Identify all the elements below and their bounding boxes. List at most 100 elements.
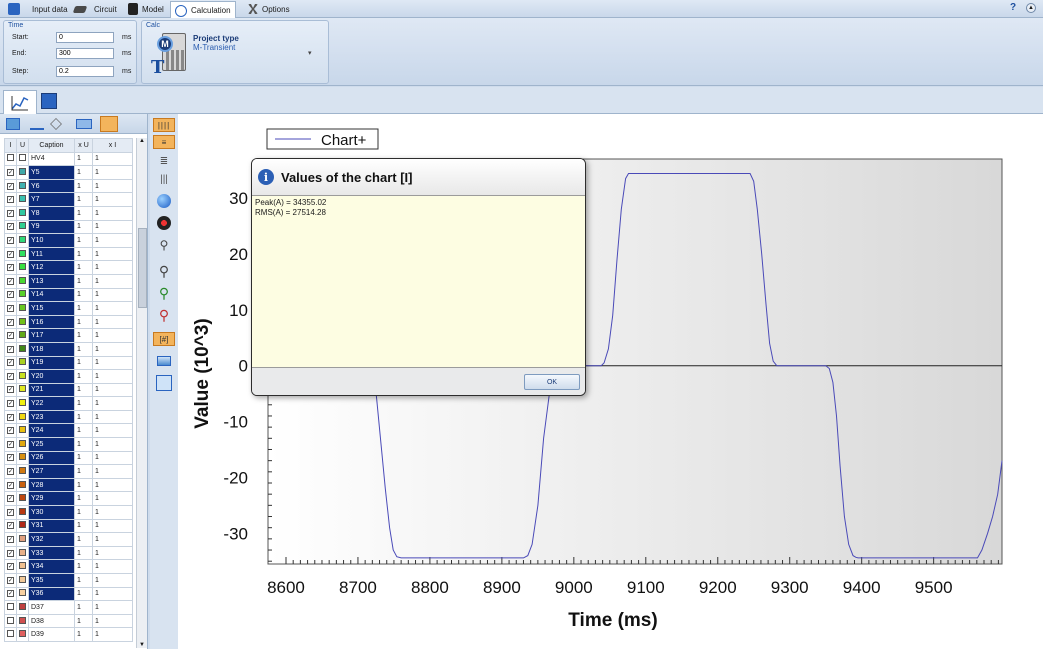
u-checkbox[interactable] xyxy=(19,602,26,610)
xu-value[interactable]: 1 xyxy=(74,491,93,507)
table-view-icon[interactable] xyxy=(41,93,57,109)
i-checkbox-cell[interactable]: ✓ xyxy=(4,246,17,262)
i-checkbox-cell[interactable] xyxy=(4,600,17,615)
i-checkbox[interactable]: ✓ xyxy=(7,372,14,380)
signal-row[interactable]: ✓ Y9 1 1 xyxy=(4,219,133,235)
i-checkbox[interactable]: ✓ xyxy=(7,209,14,217)
i-checkbox[interactable]: ✓ xyxy=(7,236,14,244)
signal-caption[interactable]: D39 xyxy=(28,627,75,642)
i-checkbox[interactable] xyxy=(7,616,14,624)
xi-value[interactable]: 1 xyxy=(92,477,133,493)
i-checkbox-cell[interactable]: ✓ xyxy=(4,573,17,588)
i-checkbox[interactable]: ✓ xyxy=(7,427,14,435)
picture-icon[interactable] xyxy=(76,119,92,129)
xu-value[interactable]: 1 xyxy=(74,178,93,194)
i-checkbox-cell[interactable]: ✓ xyxy=(4,287,17,303)
u-checkbox-cell[interactable] xyxy=(16,409,29,425)
signal-caption[interactable]: Y32 xyxy=(28,532,75,547)
u-checkbox[interactable] xyxy=(19,507,26,515)
scroll-thumb[interactable] xyxy=(138,228,147,308)
signal-row[interactable]: ✓ Y28 1 1 xyxy=(4,477,133,493)
u-checkbox[interactable] xyxy=(19,249,26,257)
zoom-in-icon[interactable]: ⚲ xyxy=(153,284,175,302)
curve-fit-icon[interactable] xyxy=(153,374,175,392)
u-checkbox-cell[interactable] xyxy=(16,491,29,507)
i-checkbox[interactable]: ✓ xyxy=(7,264,14,272)
highlight-icon[interactable] xyxy=(100,116,118,132)
u-checkbox[interactable] xyxy=(19,399,26,407)
xi-value[interactable]: 1 xyxy=(92,532,133,547)
signal-row[interactable]: ✓ Y24 1 1 xyxy=(4,423,133,439)
i-checkbox[interactable]: ✓ xyxy=(7,413,14,421)
i-checkbox[interactable]: ✓ xyxy=(7,522,14,530)
u-checkbox-cell[interactable] xyxy=(16,559,29,574)
signal-caption[interactable]: Y33 xyxy=(28,545,75,561)
zoom-dropdown-icon[interactable]: ⚲ xyxy=(153,236,175,254)
u-checkbox[interactable] xyxy=(19,235,26,243)
xu-value[interactable]: 1 xyxy=(74,233,93,248)
xu-value[interactable]: 1 xyxy=(74,477,93,493)
u-checkbox-cell[interactable] xyxy=(16,314,29,330)
signal-row[interactable]: ✓ Y36 1 1 xyxy=(4,586,133,602)
xi-value[interactable]: 1 xyxy=(92,260,133,275)
u-checkbox-cell[interactable] xyxy=(16,273,29,289)
ok-button[interactable]: OK xyxy=(524,374,580,390)
i-checkbox[interactable]: ✓ xyxy=(7,563,14,571)
u-checkbox-cell[interactable] xyxy=(16,450,29,466)
signal-row[interactable]: D37 1 1 xyxy=(4,600,133,615)
xi-value[interactable]: 1 xyxy=(92,586,133,602)
u-checkbox-cell[interactable] xyxy=(16,328,29,343)
i-checkbox[interactable]: ✓ xyxy=(7,481,14,489)
u-checkbox[interactable] xyxy=(19,535,26,543)
u-checkbox[interactable] xyxy=(19,303,26,311)
xu-value[interactable]: 1 xyxy=(74,219,93,235)
end-input[interactable] xyxy=(56,48,114,59)
xi-value[interactable]: 1 xyxy=(92,545,133,561)
signal-row[interactable]: ✓ Y16 1 1 xyxy=(4,314,133,330)
signal-row[interactable]: ✓ Y22 1 1 xyxy=(4,396,133,411)
xu-value[interactable]: 1 xyxy=(74,246,93,262)
u-checkbox-cell[interactable] xyxy=(16,260,29,275)
u-checkbox[interactable] xyxy=(19,154,26,162)
vertical-grid-icon[interactable]: |||| xyxy=(153,118,175,132)
u-checkbox-cell[interactable] xyxy=(16,437,29,452)
u-checkbox-cell[interactable] xyxy=(16,518,29,534)
xi-value[interactable]: 1 xyxy=(92,233,133,248)
signal-row[interactable]: ✓ Y6 1 1 xyxy=(4,178,133,194)
u-checkbox-cell[interactable] xyxy=(16,205,29,221)
xi-value[interactable]: 1 xyxy=(92,192,133,207)
i-checkbox[interactable]: ✓ xyxy=(7,277,14,285)
u-checkbox[interactable] xyxy=(19,589,26,597)
signal-row[interactable]: ✓ Y17 1 1 xyxy=(4,328,133,343)
signal-row[interactable]: HV4 1 1 xyxy=(4,151,133,167)
i-checkbox[interactable] xyxy=(7,602,14,610)
i-checkbox-cell[interactable]: ✓ xyxy=(4,165,17,180)
i-checkbox[interactable]: ✓ xyxy=(7,223,14,231)
signal-caption[interactable]: Y26 xyxy=(28,450,75,466)
u-checkbox-cell[interactable] xyxy=(16,423,29,439)
signal-caption[interactable]: Y25 xyxy=(28,437,75,452)
u-checkbox-cell[interactable] xyxy=(16,613,29,629)
signal-caption[interactable]: HV4 xyxy=(28,151,75,167)
i-checkbox-cell[interactable]: ✓ xyxy=(4,518,17,534)
step-input[interactable] xyxy=(56,66,114,77)
signal-caption[interactable]: Y19 xyxy=(28,355,75,371)
u-checkbox-cell[interactable] xyxy=(16,532,29,547)
u-checkbox[interactable] xyxy=(19,167,26,175)
i-checkbox[interactable]: ✓ xyxy=(7,508,14,516)
u-checkbox-cell[interactable] xyxy=(16,600,29,615)
xi-value[interactable]: 1 xyxy=(92,382,133,398)
signal-caption[interactable]: Y13 xyxy=(28,273,75,289)
u-checkbox-cell[interactable] xyxy=(16,573,29,588)
xu-value[interactable]: 1 xyxy=(74,437,93,452)
xi-value[interactable]: 1 xyxy=(92,205,133,221)
signal-row[interactable]: ✓ Y32 1 1 xyxy=(4,532,133,547)
signal-row[interactable]: ✓ Y10 1 1 xyxy=(4,233,133,248)
xi-value[interactable]: 1 xyxy=(92,627,133,642)
xu-value[interactable]: 1 xyxy=(74,518,93,534)
signal-caption[interactable]: Y9 xyxy=(28,219,75,235)
column-header[interactable]: I xyxy=(4,138,17,153)
i-checkbox-cell[interactable]: ✓ xyxy=(4,396,17,411)
target-icon[interactable] xyxy=(153,214,175,232)
xi-value[interactable]: 1 xyxy=(92,341,133,357)
